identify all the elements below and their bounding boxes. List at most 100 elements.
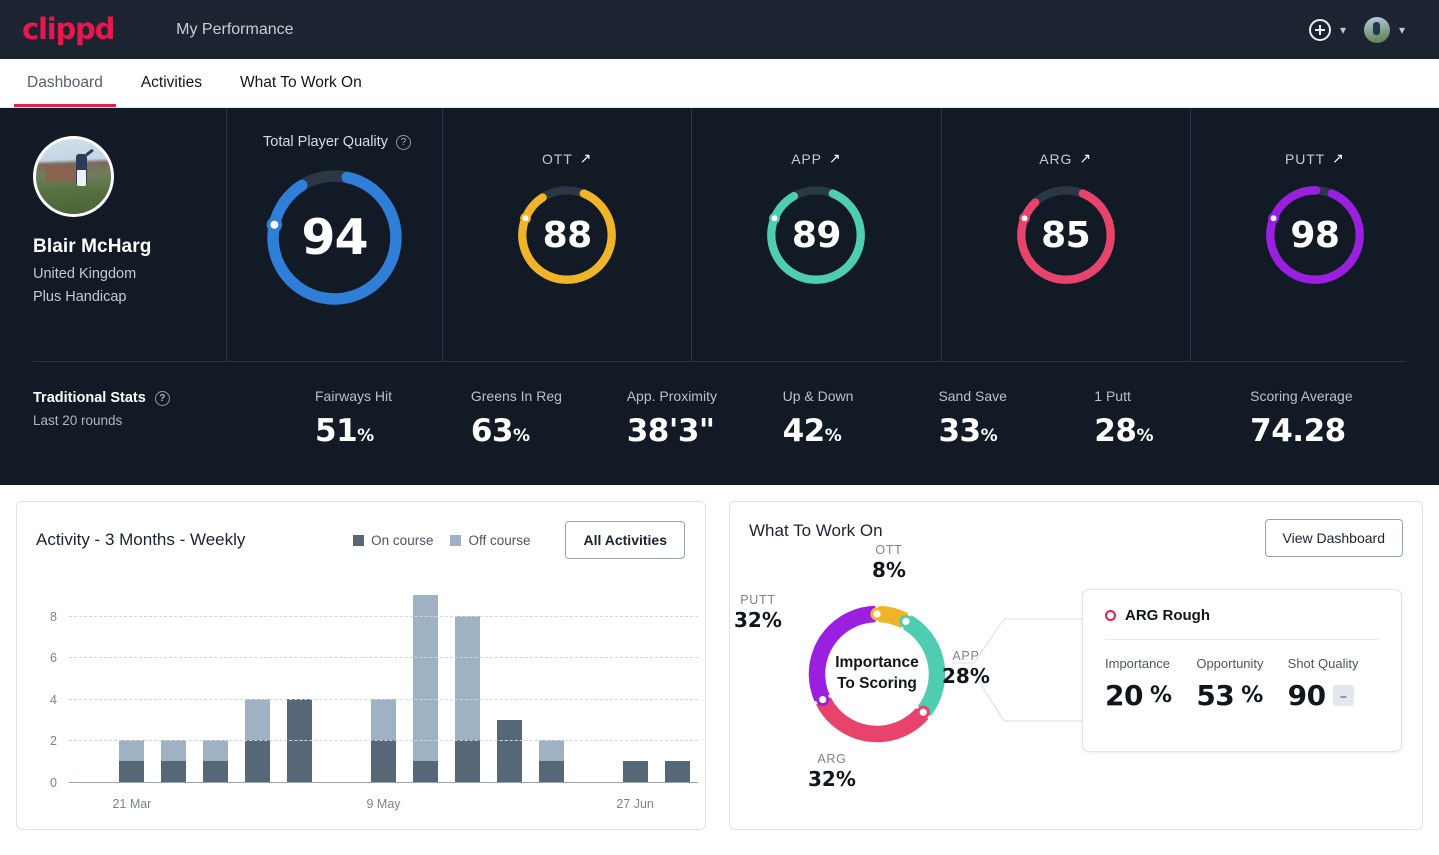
stat-unit: % [1136,426,1153,446]
stat-up-and-down: Up & Down 42% [783,388,939,449]
y-axis-tick: 0 [50,776,57,790]
detail-col-value: 20 [1105,679,1143,712]
donut-center-label: Importance To Scoring [802,599,952,749]
bar-segment-on-course [664,761,690,782]
bar-segment-off-course [203,740,229,762]
bar[interactable] [664,761,690,782]
question-mark-icon-tpq[interactable]: ? [395,134,411,150]
top-header: clippd My Performance ▾ ▾ [0,0,1439,59]
bar[interactable] [622,761,648,782]
bar[interactable] [161,740,187,782]
traditional-stats-subtitle: Last 20 rounds [33,413,123,428]
metric-arg-gauge: 85 [1014,183,1118,287]
bar-chart-plot: 0 2 4 6 8 [50,595,698,790]
bar[interactable] [203,740,229,782]
arg-rough-detail-card[interactable]: ARG Rough Importance 20% Opportunity 53%… [1082,589,1402,752]
donut-label-name: PUTT [740,593,776,607]
what-to-work-on-card: What To Work On View Dashboard Importanc… [729,501,1423,830]
bar-segment-on-course [454,740,480,782]
chevron-down-icon-add[interactable]: ▾ [1340,23,1346,37]
bar-segment-off-course [371,698,397,741]
bar-slot [405,595,447,782]
stat-scoring-average: Scoring Average 74.28 [1250,388,1406,449]
bar-slot [153,595,195,782]
gridline: 2 [50,734,698,748]
activity-bar-chart: 0 2 4 6 8 21 Mar 9 May 27 Jun [17,585,705,820]
metric-ott: OTT ↗ 88 [442,108,691,361]
avatar[interactable] [1363,16,1390,43]
metric-app-value: 89 [791,214,842,256]
detail-col-value: 53 [1196,679,1235,712]
question-mark-icon-traditional[interactable]: ? [154,390,170,406]
stat-value: 51 [315,413,358,449]
player-profile: Blair McHarg United Kingdom Plus Handica… [0,108,226,361]
bar-slot [656,595,698,782]
detail-col-importance: Importance 20% [1105,656,1196,712]
bar-segment-on-course [371,740,397,782]
stat-value: 28 [1094,413,1137,449]
x-axis-tick: 27 Jun [616,797,654,811]
detail-col-label: Opportunity [1196,656,1264,671]
bar-slot [195,595,237,782]
detail-divider [1105,639,1379,640]
metric-arg-value: 85 [1041,214,1091,256]
x-axis-tick: 9 May [366,797,401,811]
legend-label: Off course [468,532,531,548]
metric-app: APP ↗ 89 [691,108,940,361]
donut-label-name: ARG [817,752,847,766]
detail-col-label: Importance [1105,656,1171,671]
trend-neutral-badge: – [1332,685,1354,706]
stat-unit: % [513,426,530,446]
stat-value: 38'3" [626,413,715,449]
gridline: 6 [50,651,698,665]
donut-label-name: APP [952,649,980,663]
bar-segment-on-course [119,761,145,782]
y-axis-tick: 2 [50,734,57,749]
gridline: 8 [50,610,698,624]
donut-center-line2: To Scoring [837,675,917,692]
traditional-stats-title: Traditional Stats [33,390,146,406]
metric-putt-value: 98 [1290,214,1340,256]
donut-label-arg: ARG 32% [808,752,856,791]
detail-col-opportunity: Opportunity 53% [1196,656,1287,712]
detail-col-value: 90 [1287,679,1326,712]
detail-col-suffix: % [1241,683,1263,708]
bar-segment-on-course [538,761,564,782]
stat-app-proximity: App. Proximity 38'3" [627,388,783,449]
clippd-logo[interactable]: clippd [22,15,115,44]
stat-label: 1 Putt [1094,388,1131,404]
bar-segment-on-course [161,761,187,782]
bar[interactable] [496,719,522,782]
stat-unit: % [824,426,842,446]
bar-slot [572,595,614,782]
y-axis-tick: 4 [50,692,57,707]
importance-donut-chart: Importance To Scoring [802,599,952,749]
tab-what-to-work-on[interactable]: What To Work On [221,59,381,107]
metric-ott-gauge: 88 [515,183,619,287]
metric-putt: PUTT ↗ 98 [1189,108,1439,361]
bar-slot [614,595,656,782]
bar-segment-on-course [496,719,522,782]
donut-label-value: 32% [734,608,782,632]
bar[interactable] [119,740,145,782]
chevron-down-icon-profile[interactable]: ▾ [1399,23,1405,37]
activity-legend: On course Off course All Activities [353,521,685,559]
metric-app-label: APP [791,150,822,167]
bar[interactable] [412,595,438,782]
gridline: 0 [50,776,698,790]
stat-label: Fairways Hit [315,388,393,404]
bar[interactable] [538,740,564,782]
tab-activities[interactable]: Activities [122,59,221,107]
donut-label-putt: PUTT 32% [734,593,782,632]
plus-circle-icon[interactable] [1308,18,1331,41]
stat-fairways-hit: Fairways Hit 51% [315,388,471,449]
metric-putt-gauge: 98 [1263,183,1367,287]
ring-dot-icon [1105,610,1116,621]
tpq-gauge: 94 [263,166,406,309]
all-activities-button[interactable]: All Activities [565,521,685,559]
trend-up-icon-ott: ↗ [579,150,593,166]
tab-dashboard[interactable]: Dashboard [8,59,122,107]
bar-slot [69,595,111,782]
donut-center-line1: Importance [835,654,919,672]
legend-label: On course [371,532,434,548]
